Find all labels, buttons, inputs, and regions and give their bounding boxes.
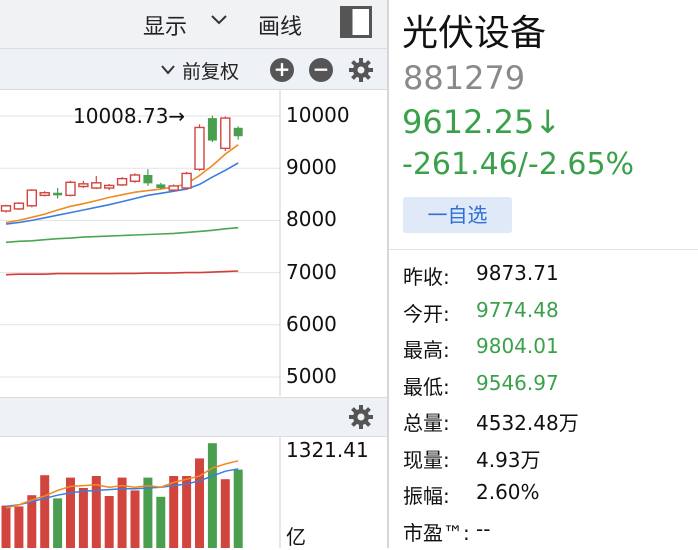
candle-body <box>78 183 89 188</box>
quote-value: 9873.71 <box>476 261 559 285</box>
volume-bar <box>130 490 140 548</box>
volume-bar <box>91 476 101 548</box>
zoom-in-icon[interactable]: + <box>270 58 294 82</box>
zoom-out-icon[interactable]: − <box>309 58 333 82</box>
quote-value: 4532.48万 <box>476 411 579 435</box>
current-price: 9612.25↓ <box>402 103 562 141</box>
quote-value: 9546.97 <box>476 370 559 395</box>
stock-name: 光伏设备 <box>402 13 547 54</box>
adjust-dropdown[interactable]: 前复权 <box>182 57 239 84</box>
volume-axis-top: 1321.41 <box>286 438 369 462</box>
chart-top-toolbar: 显示 画线 <box>0 0 387 49</box>
candle-body <box>91 182 102 189</box>
volume-bar <box>1 505 11 548</box>
quote-label: 最低: <box>403 374 450 399</box>
ma30-line <box>5 226 239 244</box>
quote-value: 9804.01 <box>476 334 559 358</box>
price-tick-label: 5000 <box>286 364 337 388</box>
candle-body <box>13 202 25 210</box>
price-tick-label: 9000 <box>286 155 337 180</box>
quote-label: 最高: <box>403 338 450 362</box>
candle-body <box>181 172 192 189</box>
display-menu-button[interactable]: 显示 <box>143 9 187 41</box>
add-watchlist-button[interactable]: 一自选 <box>403 197 512 233</box>
volume-bar <box>104 496 114 548</box>
volume-bar <box>40 475 50 548</box>
volume-bar <box>78 488 88 548</box>
price-tick-label: 7000 <box>286 259 337 284</box>
quote-label: 现量: <box>403 447 450 472</box>
volume-axis-unit: 亿 <box>286 525 306 549</box>
volume-bar <box>182 476 192 548</box>
volume-bar <box>53 498 63 548</box>
volume-panel-header <box>0 397 387 437</box>
high-annotation: 10008.73→ <box>73 104 186 128</box>
candle-body <box>26 189 37 207</box>
quote-label: 总量: <box>403 411 450 435</box>
quote-value: 9774.48 <box>476 297 559 322</box>
chart-sub-toolbar: 前复权 + − <box>0 49 387 90</box>
chart-panel: 显示 画线 前复权 + − 10000 9000 8000 7000 6000 … <box>0 0 387 549</box>
candle-body <box>156 184 166 189</box>
price-tick-label: 8000 <box>286 207 337 232</box>
candle-body <box>65 181 76 197</box>
draw-line-button[interactable]: 画线 <box>258 9 302 41</box>
quote-panel: 光伏设备 881279 9612.25↓ -261.46/-2.65% 一自选 … <box>389 0 698 548</box>
candle-body <box>129 174 141 182</box>
quote-label: 振幅: <box>403 484 450 508</box>
volume-bar <box>195 458 204 548</box>
panel-toggle-icon[interactable] <box>340 6 372 38</box>
candle-body <box>116 177 128 186</box>
candle-body <box>39 192 50 197</box>
candle-body <box>207 118 217 141</box>
candle-body <box>0 205 12 212</box>
quote-label: 市盈™: <box>403 520 470 545</box>
candle-body <box>194 126 205 170</box>
quote-value: 4.93万 <box>476 447 541 472</box>
quote-label: 昨收: <box>403 265 450 289</box>
candle-body <box>143 174 153 184</box>
chevron-down-icon[interactable] <box>160 61 176 80</box>
candle-body <box>168 185 179 191</box>
volume-bar <box>207 443 217 548</box>
candle-body <box>53 192 63 196</box>
quote-value: 2.60% <box>476 480 540 504</box>
price-tick-label: 10000 <box>286 103 350 127</box>
price-chart[interactable] <box>0 90 387 396</box>
volume-bar <box>233 469 243 548</box>
quote-label: 今开: <box>403 301 450 326</box>
price-tick-label: 6000 <box>286 311 337 336</box>
stock-code: 881279 <box>403 59 526 97</box>
candle-body <box>233 127 243 137</box>
quote-value: -- <box>476 516 491 541</box>
price-change: -261.46/-2.65% <box>402 147 635 182</box>
candle-body <box>103 184 115 189</box>
volume-bar <box>156 496 166 548</box>
volume-bar <box>169 476 179 548</box>
volume-bar <box>220 479 230 548</box>
settings-gear-icon[interactable] <box>348 57 374 87</box>
divider <box>389 249 698 250</box>
candle-body <box>220 117 231 150</box>
chevron-down-icon[interactable] <box>210 11 228 32</box>
volume-settings-gear-icon[interactable] <box>348 404 374 434</box>
volume-bar <box>14 506 24 548</box>
